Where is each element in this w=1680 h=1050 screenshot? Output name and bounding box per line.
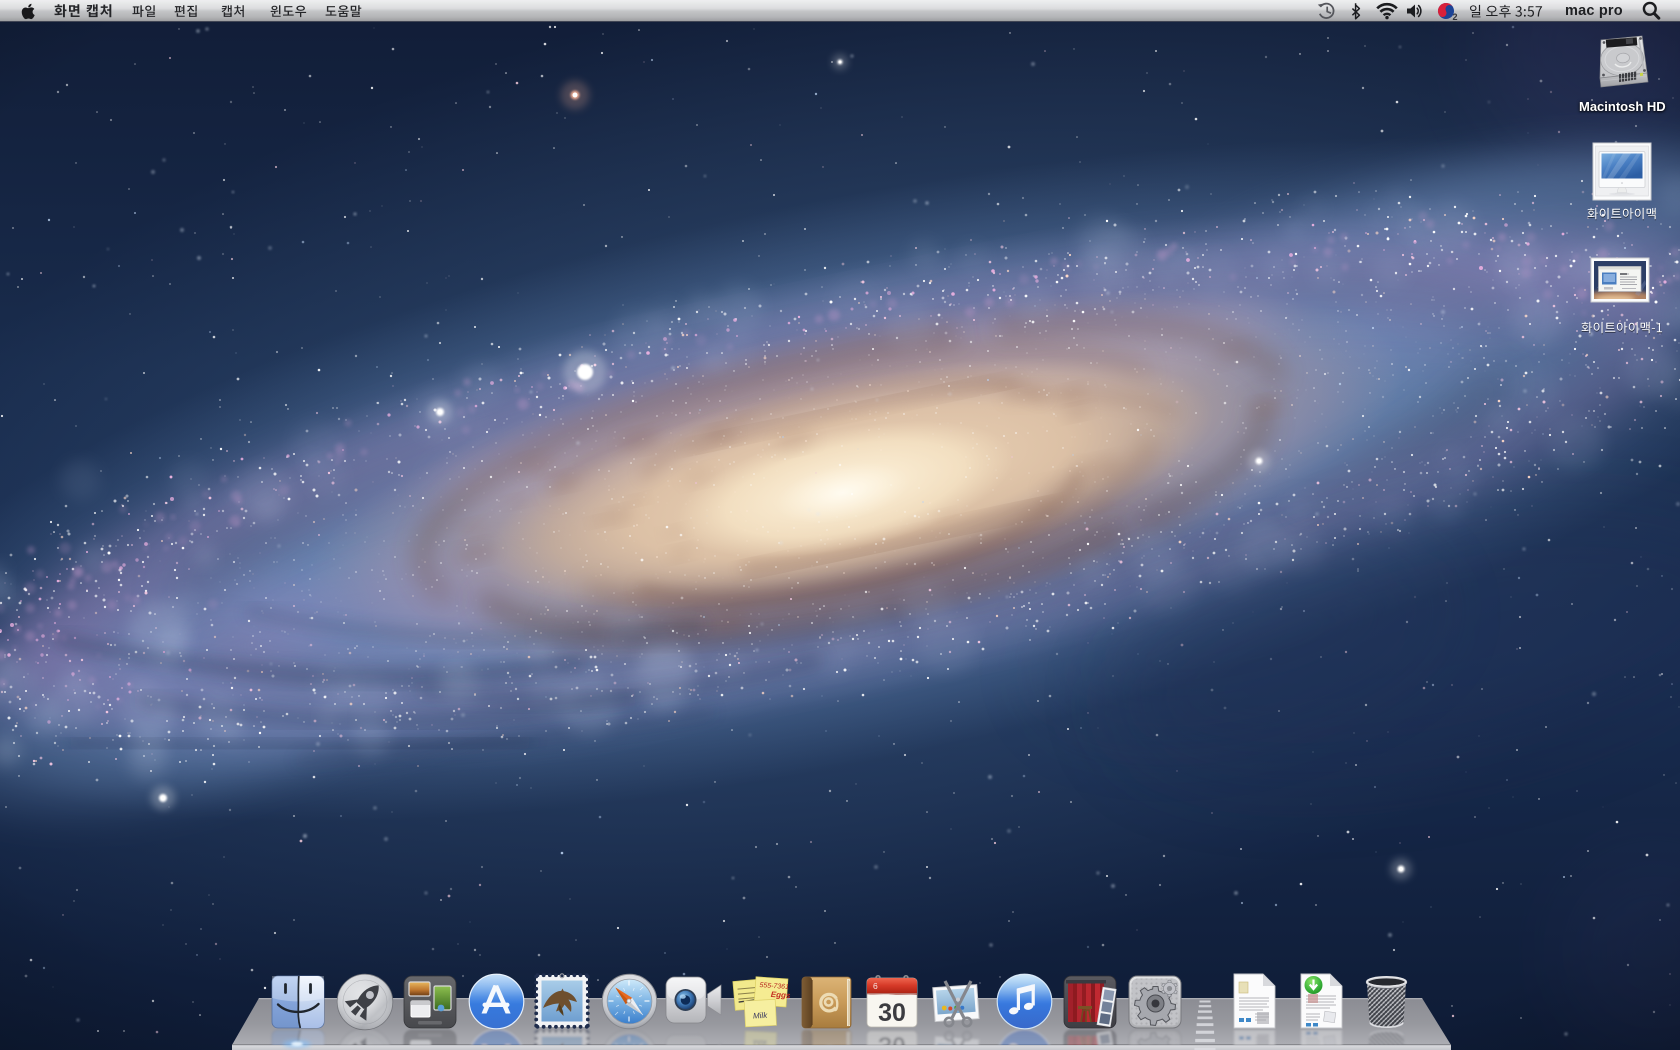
svg-text:2: 2 — [1453, 12, 1458, 22]
